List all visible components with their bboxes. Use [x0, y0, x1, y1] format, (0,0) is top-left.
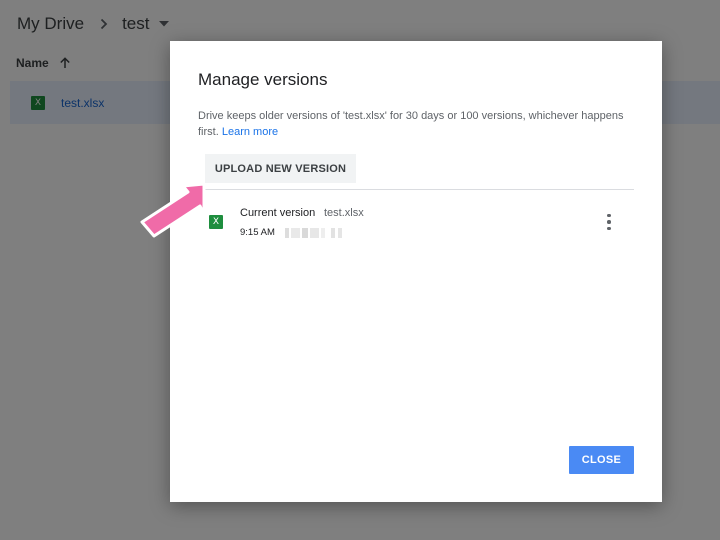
upload-new-version-button[interactable]: UPLOAD NEW VERSION: [205, 154, 356, 183]
version-label: Current version: [240, 207, 316, 219]
close-button[interactable]: CLOSE: [569, 446, 634, 474]
more-vertical-icon[interactable]: [601, 211, 617, 233]
pink-pointer-arrow: [140, 182, 206, 238]
divider: [205, 189, 634, 190]
version-file-name: test.xlsx: [324, 207, 364, 219]
dialog-title: Manage versions: [198, 70, 328, 89]
pointer-arrow-shape: [140, 182, 206, 238]
version-time: 9:15 AM: [240, 227, 275, 238]
version-row: X Current version test.xlsx 9:15 AM: [205, 201, 634, 247]
manage-versions-dialog: Manage versions Drive keeps older versio…: [170, 41, 662, 502]
dialog-description: Drive keeps older versions of 'test.xlsx…: [198, 108, 638, 140]
learn-more-link[interactable]: Learn more: [222, 126, 278, 138]
redacted-author-blur: [285, 228, 345, 238]
